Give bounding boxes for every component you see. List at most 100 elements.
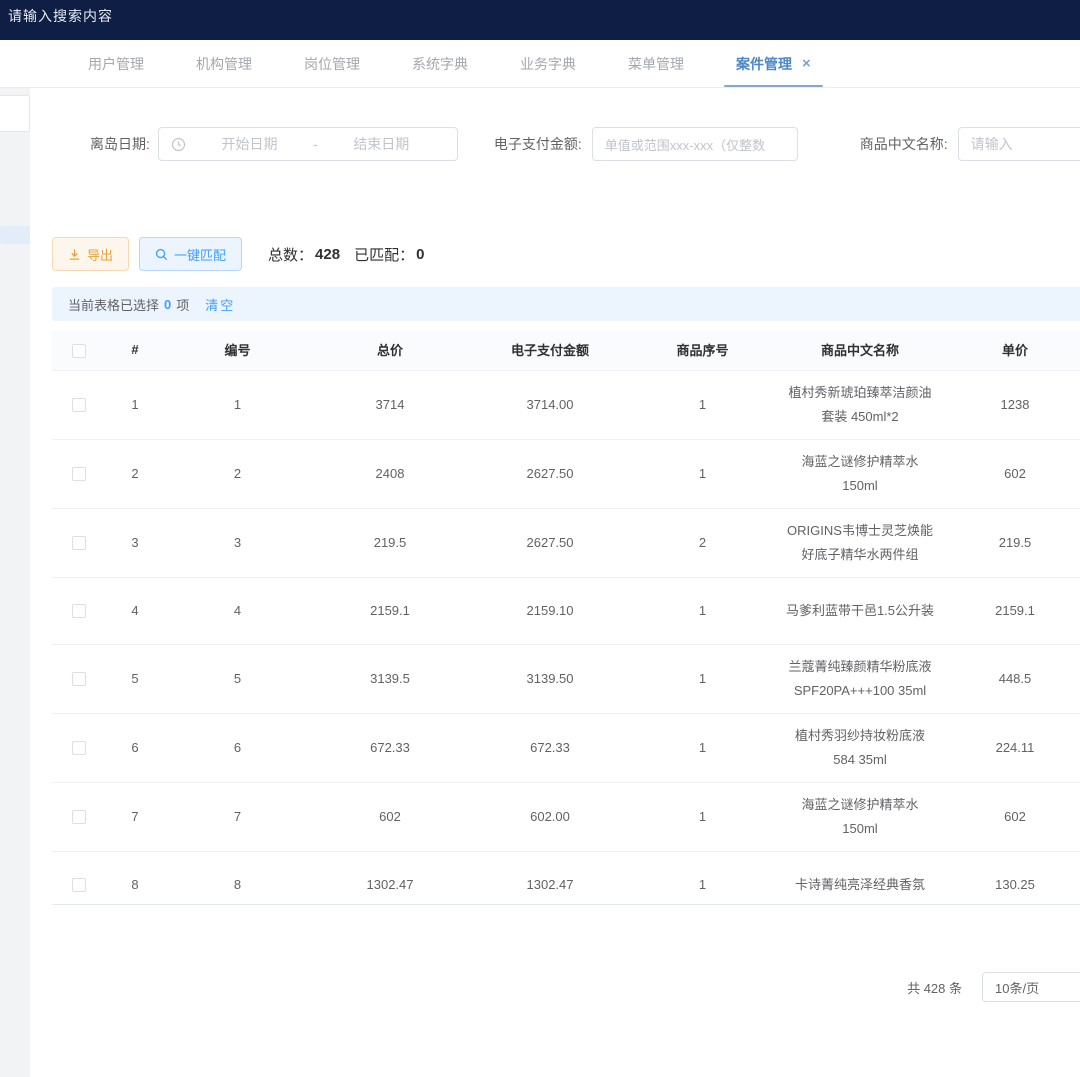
cell-epay: 602.00	[470, 782, 630, 851]
tabs-bar: 用户管理 机构管理 岗位管理 系统字典 业务字典 菜单管理 案件管理 ×	[0, 40, 1080, 88]
clock-icon	[171, 137, 186, 152]
cell-product-name: 海蓝之谜修护精萃水 150ml	[775, 439, 945, 508]
cell-unit-price: 219.5	[945, 508, 1080, 577]
tab-label: 菜单管理	[628, 54, 684, 74]
tab[interactable]: 案件管理 ×	[710, 40, 837, 87]
column-header-index: #	[105, 330, 165, 370]
close-icon[interactable]: ×	[802, 56, 811, 71]
matched-value: 0	[416, 246, 424, 263]
export-button[interactable]: 导出	[52, 237, 129, 271]
cell-epay: 3714.00	[470, 370, 630, 439]
cell-total: 2159.1	[310, 577, 470, 644]
cell-index: 1	[105, 370, 165, 439]
epay-amount-input[interactable]: 单值或范围xxx-xxx（仅整数	[592, 127, 798, 161]
filter-row: 离岛日期: 开始日期 - 结束日期 电子支付金额: 单值或范围xxx-xxx（仅…	[30, 127, 1080, 161]
cell-seq: 1	[630, 851, 775, 905]
selection-info-bar: 当前表格已选择 0 项 清空	[52, 287, 1080, 321]
cell-index: 6	[105, 713, 165, 782]
search-icon	[155, 248, 168, 261]
date-range-picker[interactable]: 开始日期 - 结束日期	[158, 127, 458, 161]
cell-code: 2	[165, 439, 310, 508]
column-header-code: 编号	[165, 330, 310, 370]
cell-epay: 3139.50	[470, 644, 630, 713]
data-table: # 编号 总价 电子支付金额 商品序号 商品中文名称 单价 1 1 3714 3…	[52, 330, 1080, 905]
epay-amount-label: 电子支付金额:	[494, 134, 582, 154]
cell-unit-price: 2159.1	[945, 577, 1080, 644]
cell-total: 672.33	[310, 713, 470, 782]
page-size-value: 10条/页	[995, 978, 1039, 997]
global-search-input[interactable]: 请输入搜索内容	[8, 6, 113, 26]
cell-seq: 1	[630, 439, 775, 508]
select-all-checkbox[interactable]	[72, 344, 86, 358]
tab-label: 机构管理	[196, 54, 252, 74]
tab[interactable]: 岗位管理	[278, 40, 386, 87]
page-size-select[interactable]: 10条/页	[982, 972, 1080, 1002]
cell-total: 219.5	[310, 508, 470, 577]
cell-product-name: 植村秀新琥珀臻萃洁颜油套装 450ml*2	[775, 370, 945, 439]
tab-label: 案件管理	[736, 54, 792, 74]
cell-product-name: 海蓝之谜修护精萃水 150ml	[775, 782, 945, 851]
matched-label: 已匹配：	[354, 244, 414, 265]
cell-epay: 2159.10	[470, 577, 630, 644]
cell-seq: 1	[630, 577, 775, 644]
cell-code: 7	[165, 782, 310, 851]
column-header-unit: 单价	[945, 330, 1080, 370]
product-name-label: 商品中文名称:	[860, 134, 948, 154]
cell-unit-price: 602	[945, 782, 1080, 851]
cell-total: 2408	[310, 439, 470, 508]
row-checkbox[interactable]	[72, 467, 86, 481]
clear-selection-link[interactable]: 清空	[205, 295, 235, 314]
cell-code: 4	[165, 577, 310, 644]
cell-index: 5	[105, 644, 165, 713]
table-row: 8 8 1302.47 1302.47 1 卡诗菁纯亮泽经典香氛 130.25	[52, 851, 1080, 905]
cell-code: 6	[165, 713, 310, 782]
cell-total: 3139.5	[310, 644, 470, 713]
tab[interactable]: 菜单管理	[602, 40, 710, 87]
column-header-name: 商品中文名称	[775, 330, 945, 370]
row-checkbox[interactable]	[72, 810, 86, 824]
cell-epay: 672.33	[470, 713, 630, 782]
cell-product-name: 兰蔻菁纯臻颜精华粉底液SPF20PA+++100 35ml	[775, 644, 945, 713]
row-checkbox[interactable]	[72, 398, 86, 412]
match-button-label: 一键匹配	[174, 245, 226, 264]
cell-epay: 2627.50	[470, 439, 630, 508]
row-checkbox[interactable]	[72, 741, 86, 755]
row-checkbox[interactable]	[72, 672, 86, 686]
collapsed-panel-fragment	[0, 95, 30, 132]
table-row: 7 7 602 602.00 1 海蓝之谜修护精萃水 150ml 602	[52, 782, 1080, 851]
end-date-placeholder: 结束日期	[318, 134, 445, 154]
cell-seq: 1	[630, 644, 775, 713]
cell-code: 1	[165, 370, 310, 439]
cell-unit-price: 602	[945, 439, 1080, 508]
one-click-match-button[interactable]: 一键匹配	[139, 237, 242, 271]
cell-total: 1302.47	[310, 851, 470, 905]
main-panel: 离岛日期: 开始日期 - 结束日期 电子支付金额: 单值或范围xxx-xxx（仅…	[30, 88, 1080, 1077]
cell-product-name: 卡诗菁纯亮泽经典香氛	[775, 851, 945, 905]
total-label: 总数：	[268, 244, 313, 265]
cell-total: 3714	[310, 370, 470, 439]
cell-epay: 1302.47	[470, 851, 630, 905]
selection-suffix: 项	[176, 295, 189, 314]
export-button-label: 导出	[87, 245, 113, 264]
cell-seq: 2	[630, 508, 775, 577]
row-checkbox[interactable]	[72, 536, 86, 550]
cell-index: 7	[105, 782, 165, 851]
product-name-input[interactable]: 请输入	[958, 127, 1080, 161]
cell-seq: 1	[630, 782, 775, 851]
topbar: 请输入搜索内容	[0, 0, 1080, 40]
start-date-placeholder: 开始日期	[186, 134, 313, 154]
date-range-label: 离岛日期:	[90, 134, 150, 154]
cell-seq: 1	[630, 370, 775, 439]
tab[interactable]: 业务字典	[494, 40, 602, 87]
cell-product-name: 马爹利蓝带干邑1.5公升装	[775, 577, 945, 644]
cell-index: 8	[105, 851, 165, 905]
row-checkbox[interactable]	[72, 878, 86, 892]
row-checkbox[interactable]	[72, 604, 86, 618]
tab[interactable]: 机构管理	[170, 40, 278, 87]
tab[interactable]: 系统字典	[386, 40, 494, 87]
tab[interactable]: 用户管理	[62, 40, 170, 87]
cell-unit-price: 448.5	[945, 644, 1080, 713]
cell-product-name: 植村秀羽纱持妆粉底液 584 35ml	[775, 713, 945, 782]
tab-label: 用户管理	[88, 54, 144, 74]
total-value: 428	[315, 246, 340, 263]
